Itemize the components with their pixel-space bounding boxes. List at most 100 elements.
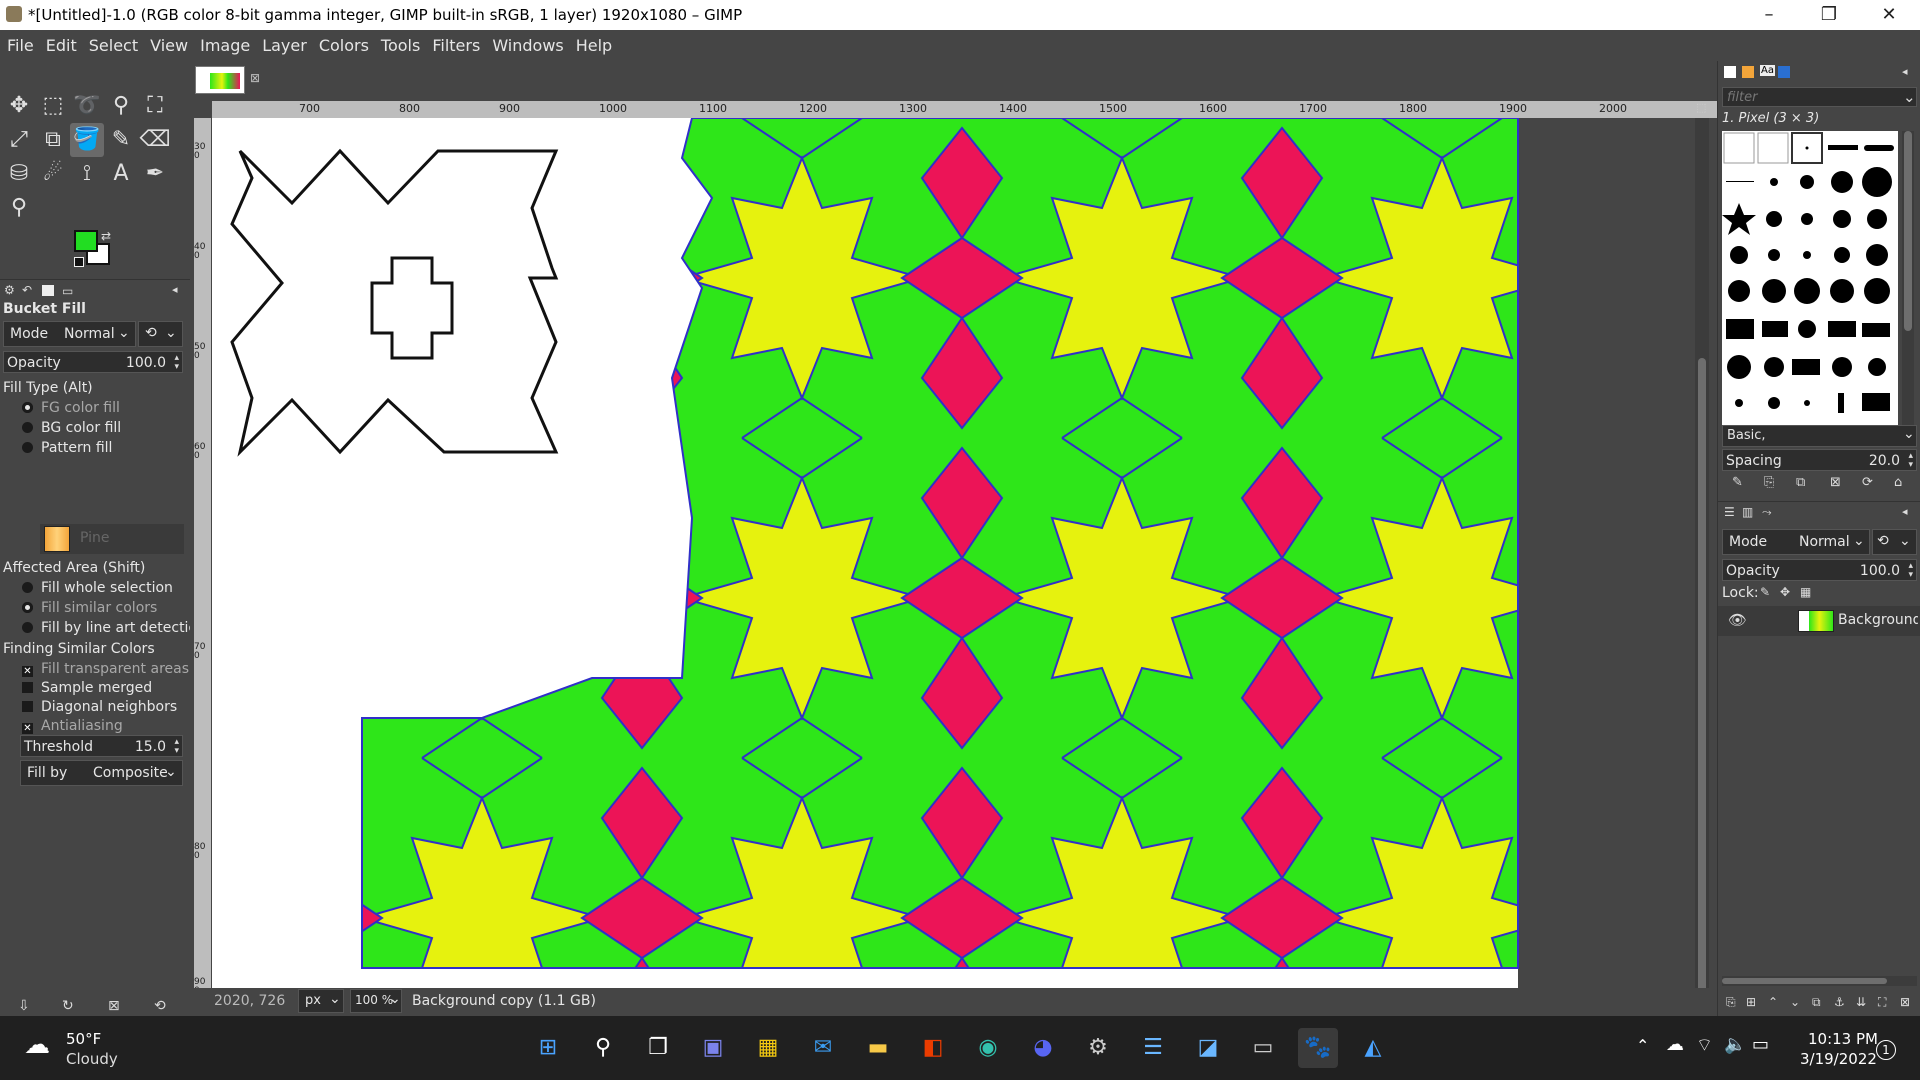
minimize-button[interactable]: – xyxy=(1740,0,1798,30)
menu-windows[interactable]: Windows xyxy=(486,30,569,55)
pattern-selector[interactable]: Pine xyxy=(40,524,184,554)
check-fill-transparent[interactable]: ✕ Fill transparent areas xyxy=(22,661,189,677)
lock-position-icon[interactable]: ✥ xyxy=(1780,585,1790,599)
clock-date[interactable]: 3/19/2022 xyxy=(1800,1050,1877,1068)
task-view-icon[interactable]: ❐ xyxy=(638,1028,678,1068)
move-tool-icon[interactable]: ✥ xyxy=(2,89,36,123)
text-tool-icon[interactable]: A xyxy=(104,157,138,191)
layer-mode-dropdown[interactable]: Mode Normal ⌄ xyxy=(1722,529,1870,555)
layer-opacity-slider[interactable]: Opacity 100.0 ▴ ▾ xyxy=(1722,559,1917,581)
open-brush-icon[interactable]: ⌂ xyxy=(1894,475,1902,490)
check-antialiasing[interactable]: ✕ Antialiasing xyxy=(22,718,123,734)
smudge-tool-icon[interactable]: ☄ xyxy=(36,157,70,191)
close-button[interactable]: ✕ xyxy=(1860,0,1918,30)
fill-by-dropdown[interactable]: Fill by Composite ⌄ xyxy=(20,760,183,786)
new-layer-group-icon[interactable]: ⊞ xyxy=(1746,995,1756,1009)
settings-icon[interactable]: ⚙ xyxy=(1078,1028,1118,1068)
edit-brush-icon[interactable]: ✎ xyxy=(1732,475,1743,490)
affected-whole-selection[interactable]: Fill whole selection xyxy=(22,580,173,596)
layers-scroll-thumb[interactable] xyxy=(1722,978,1887,984)
save-options-icon[interactable]: ⇩ xyxy=(18,998,30,1014)
channels-tab-icon[interactable]: ▥ xyxy=(1742,505,1753,519)
weather-condition[interactable]: Cloudy xyxy=(66,1050,118,1068)
dock-menu-icon[interactable]: ◂ xyxy=(1902,65,1908,78)
restore-options-icon[interactable]: ↻ xyxy=(62,998,74,1014)
weather-temp[interactable]: 50°F xyxy=(66,1030,101,1048)
volume-icon[interactable]: 🔈 xyxy=(1724,1034,1746,1055)
new-brush-icon[interactable]: ⎘ xyxy=(1764,475,1774,490)
spacing-slider[interactable]: Spacing 20.0 ▴ ▾ xyxy=(1722,449,1917,471)
start-icon[interactable]: ⊞ xyxy=(528,1028,568,1068)
clone-tool-icon[interactable]: ⛁ xyxy=(2,157,36,191)
eye-icon[interactable]: 👁 xyxy=(1728,611,1747,629)
fill-type-fg[interactable]: FG color fill xyxy=(22,400,120,416)
gimp-taskbar-icon[interactable]: 🐾 xyxy=(1298,1028,1338,1068)
default-colors-icon[interactable] xyxy=(74,257,84,267)
brush-grid[interactable] xyxy=(1722,131,1898,431)
vertical-ruler[interactable]: 300 400 500 600 700 800 900 xyxy=(194,118,211,1028)
vertical-scroll-thumb[interactable] xyxy=(1698,358,1706,1028)
paths-tool-icon[interactable]: ⟟ xyxy=(70,157,104,191)
onedrive-icon[interactable]: ☁ xyxy=(1666,1034,1684,1055)
raise-layer-icon[interactable]: ⌃ xyxy=(1768,995,1778,1009)
layer-mode-reset-button[interactable]: ⟲ ⌄ xyxy=(1872,529,1917,555)
photos-icon[interactable]: ◭ xyxy=(1353,1028,1393,1068)
warp-tool-icon[interactable]: ⤢ xyxy=(2,123,36,157)
battery-icon[interactable]: ▭ xyxy=(1752,1034,1769,1055)
threshold-slider[interactable]: Threshold 15.0 ▴ ▾ xyxy=(20,735,183,757)
foreground-color-swatch[interactable] xyxy=(74,230,98,252)
affected-similar-colors[interactable]: Fill similar colors xyxy=(22,600,157,616)
reset-options-icon[interactable]: ⟲ xyxy=(154,998,166,1014)
menu-view[interactable]: View xyxy=(144,30,194,55)
fill-type-bg[interactable]: BG color fill xyxy=(22,420,121,436)
new-layer-icon[interactable]: ⎘ xyxy=(1726,995,1736,1010)
eraser-tool-icon[interactable]: ⌫ xyxy=(138,123,172,157)
chat-icon[interactable]: ▣ xyxy=(693,1028,733,1068)
affected-line-art[interactable]: Fill by line art detection xyxy=(22,620,206,636)
patterns-tab-icon[interactable] xyxy=(1742,66,1754,78)
crop-tool-icon[interactable]: ⛶ xyxy=(138,89,172,123)
transform-tool-icon[interactable]: ⧉ xyxy=(36,123,70,157)
undo-history-tab-icon[interactable]: ↶ xyxy=(22,283,32,297)
mode-dropdown[interactable]: Mode Normal ⌄ xyxy=(3,321,136,347)
menu-file[interactable]: File xyxy=(1,30,40,55)
menu-edit[interactable]: Edit xyxy=(40,30,83,55)
merge-layer-icon[interactable]: ⇊ xyxy=(1856,995,1866,1009)
paintbrush-tool-icon[interactable]: ✎ xyxy=(104,123,138,157)
store-icon[interactable]: ▦ xyxy=(748,1028,788,1068)
wifi-icon[interactable]: ⌔ xyxy=(1696,1034,1713,1057)
mask-layer-icon[interactable]: ⛶ xyxy=(1878,995,1886,1010)
lasso-tool-icon[interactable]: ➰ xyxy=(70,89,104,123)
check-sample-merged[interactable]: Sample merged xyxy=(22,680,152,696)
file-explorer-icon[interactable]: ▬ xyxy=(858,1028,898,1068)
tool-options-tab-icon[interactable]: ⚙ xyxy=(4,283,15,297)
terminal-icon[interactable]: ▭ xyxy=(1243,1028,1283,1068)
duplicate-brush-icon[interactable]: ⧉ xyxy=(1796,475,1805,490)
document-history-tab-icon[interactable] xyxy=(1778,66,1790,78)
menu-colors[interactable]: Colors xyxy=(313,30,375,55)
images-tab-icon[interactable] xyxy=(42,285,54,296)
menu-select[interactable]: Select xyxy=(83,30,144,55)
edge-icon[interactable]: ◉ xyxy=(968,1028,1008,1068)
restore-button[interactable]: ❐ xyxy=(1800,0,1858,30)
delete-layer-icon[interactable]: ⊠ xyxy=(1900,995,1910,1009)
vertical-scrollbar[interactable] xyxy=(1695,118,1709,1028)
brush-grid-scrollbar[interactable] xyxy=(1902,131,1914,431)
brushes-tab-icon[interactable] xyxy=(1724,66,1736,78)
delete-brush-icon[interactable]: ⊠ xyxy=(1830,475,1841,490)
paths-tab-icon[interactable]: ⤳ xyxy=(1762,505,1772,520)
fuzzy-select-tool-icon[interactable]: ⚲ xyxy=(104,89,138,123)
discord-icon[interactable]: ◕ xyxy=(1023,1028,1063,1068)
office-icon[interactable]: ◧ xyxy=(913,1028,953,1068)
layers-tab-icon[interactable]: ☰ xyxy=(1724,505,1735,519)
layer-row[interactable]: 👁 Background copy xyxy=(1718,606,1920,636)
layers-menu-icon[interactable]: ◂ xyxy=(1902,505,1908,518)
search-icon[interactable]: ⚲ xyxy=(583,1028,623,1068)
device-tab-icon[interactable]: ▭ xyxy=(62,284,73,298)
opacity-slider[interactable]: Opacity 100.0 ▴ ▾ xyxy=(3,351,183,373)
notification-badge[interactable]: 1 xyxy=(1876,1040,1896,1060)
anchor-layer-icon[interactable]: ⚓ xyxy=(1834,995,1845,1009)
brush-tag-dropdown[interactable]: Basic, ⌄ xyxy=(1722,425,1917,447)
refresh-brushes-icon[interactable]: ⟳ xyxy=(1862,475,1873,490)
menu-help[interactable]: Help xyxy=(570,30,618,55)
